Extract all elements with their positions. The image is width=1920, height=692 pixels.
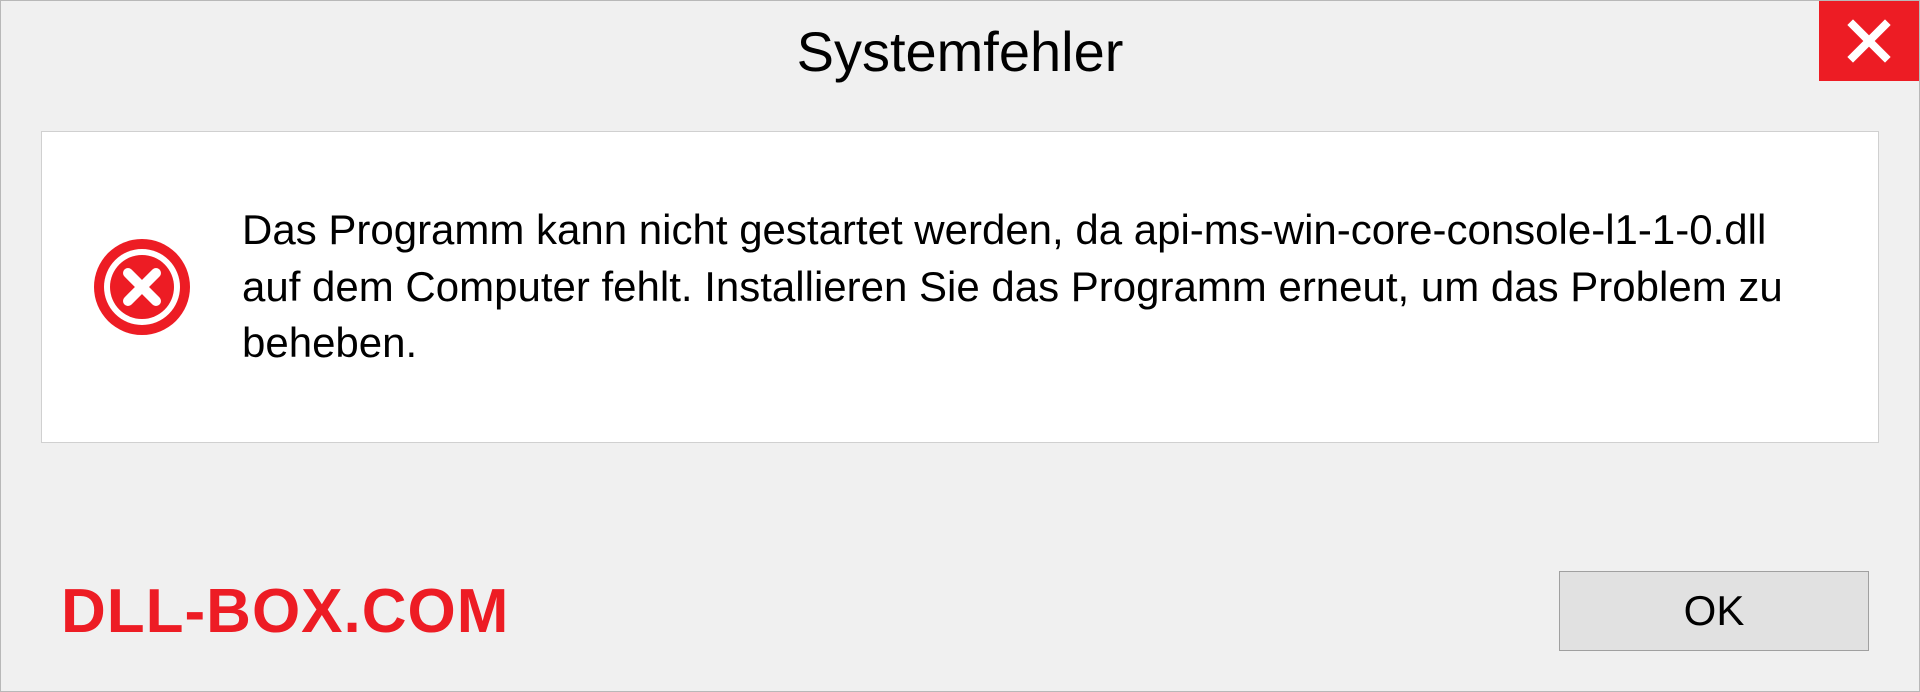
error-dialog: Systemfehler Das Programm kann nicht ges…: [0, 0, 1920, 692]
close-button[interactable]: [1819, 1, 1919, 81]
dialog-title: Systemfehler: [797, 19, 1124, 84]
close-icon: [1845, 17, 1893, 65]
watermark-text: DLL-BOX.COM: [61, 576, 509, 647]
content-panel: Das Programm kann nicht gestartet werden…: [41, 131, 1879, 443]
error-message: Das Programm kann nicht gestartet werden…: [242, 202, 1818, 372]
error-icon: [92, 237, 192, 337]
ok-button[interactable]: OK: [1559, 571, 1869, 651]
dialog-footer: DLL-BOX.COM OK: [1, 551, 1919, 691]
titlebar: Systemfehler: [1, 1, 1919, 101]
